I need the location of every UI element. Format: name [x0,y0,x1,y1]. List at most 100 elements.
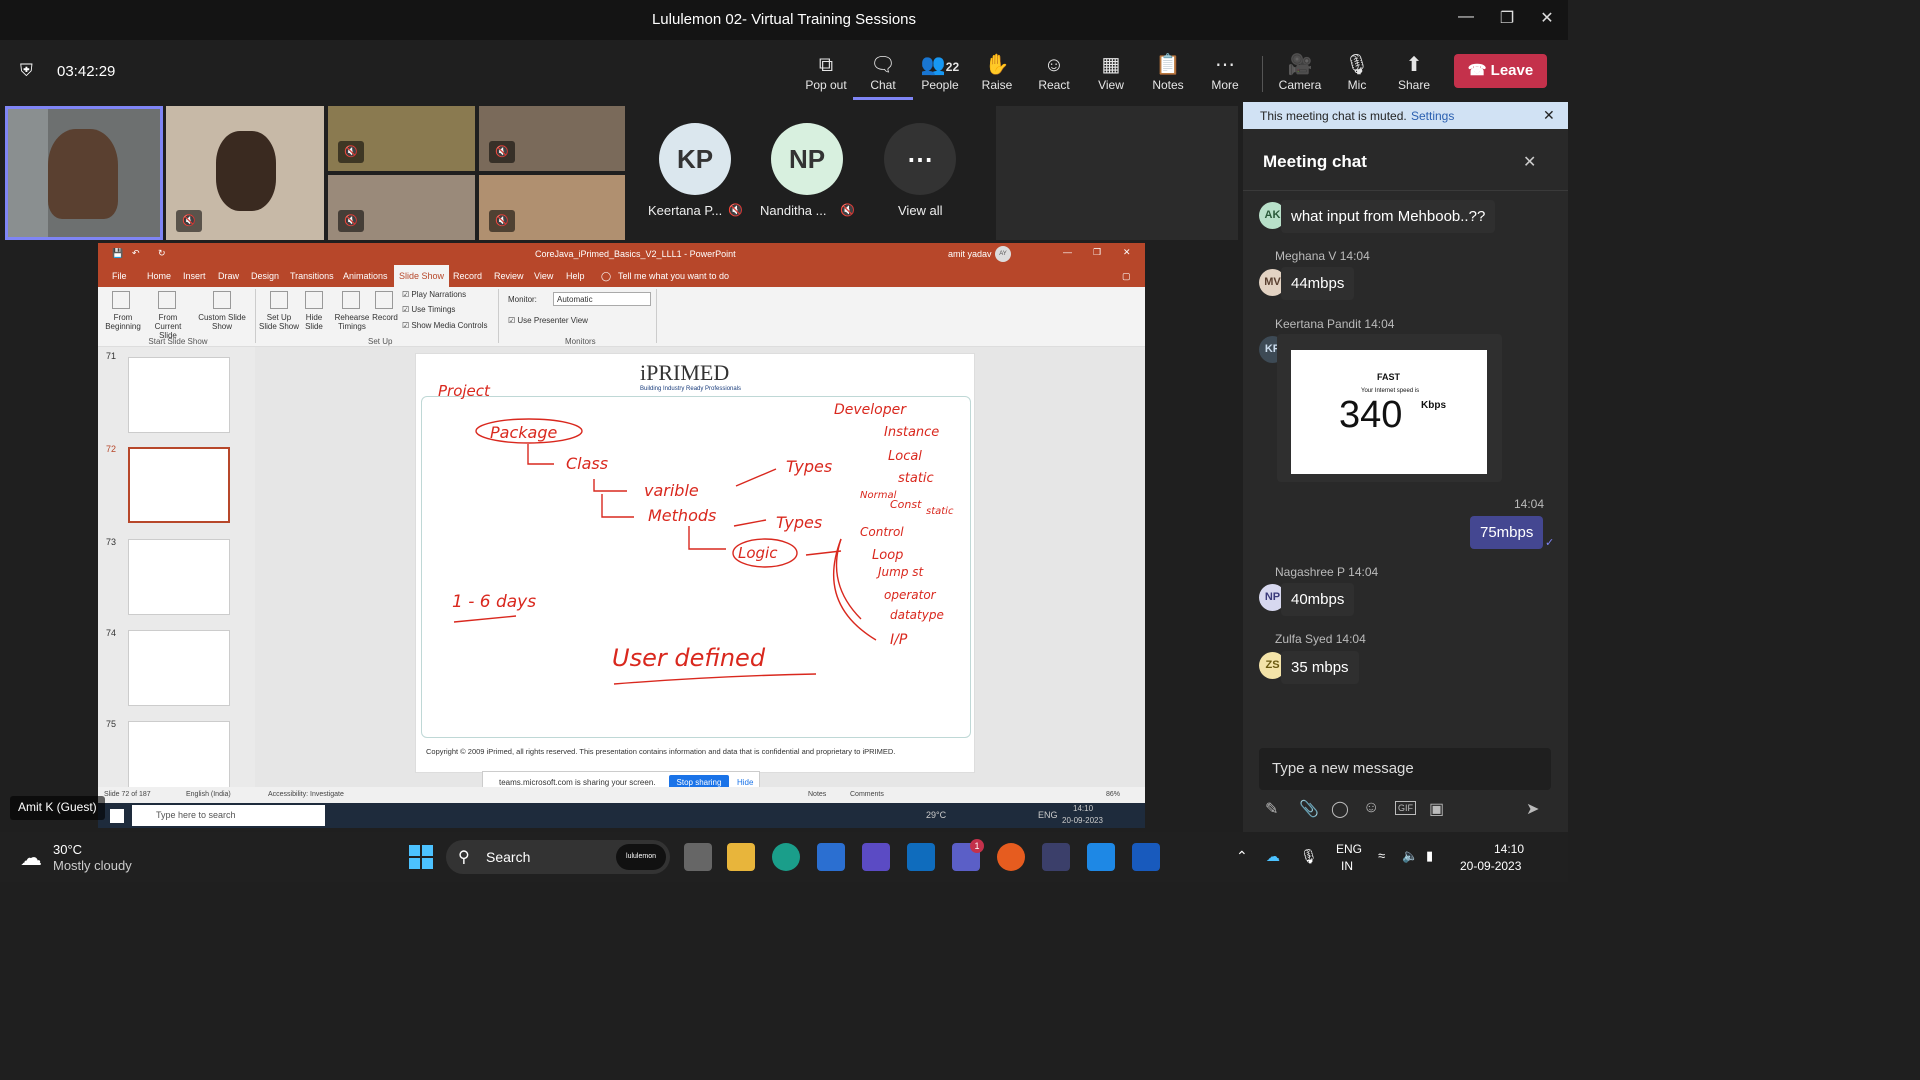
from-current-button[interactable]: From Current Slide [145,313,191,340]
ppt-menu-animations[interactable]: Animations [343,271,388,281]
hide-sharing-link[interactable]: Hide [737,778,753,787]
slide-thumbnail-71[interactable] [128,357,230,433]
lang-primary[interactable]: ENG [1336,842,1362,856]
taskbar-search[interactable]: ⚲ Search lululemon [446,840,670,874]
people-button[interactable]: 👥22 People [910,52,970,92]
ppt-user-avatar[interactable]: AY [995,246,1011,262]
copilot-icon[interactable] [862,843,890,871]
onedrive-icon[interactable]: ☁ [1266,848,1280,865]
slide-thumbnail-74[interactable] [128,630,230,706]
ppt-menu-draw[interactable]: Draw [218,271,239,281]
monitor-select[interactable]: Automatic [553,292,651,306]
send-icon[interactable]: ➤ [1526,799,1539,819]
windows-icon[interactable] [110,809,124,823]
ppt-menu-review[interactable]: Review [494,271,524,281]
app-icon-orange[interactable] [997,843,1025,871]
clock-date[interactable]: 20-09-2023 [1460,859,1521,873]
show-media-checkbox[interactable]: ☑ Show Media Controls [402,321,487,330]
status-zoom[interactable]: 86% [1106,791,1120,798]
setup-slideshow-button[interactable]: Set Up Slide Show [258,313,300,331]
ppt-menu-transitions[interactable]: Transitions [290,271,334,281]
minimize-icon[interactable]: — [1454,8,1478,26]
ppt-menu-slideshow[interactable]: Slide Show [394,265,450,287]
play-narrations-checkbox[interactable]: ☑ Play Narrations [402,290,466,299]
save-icon[interactable]: 💾 [112,248,123,259]
app-icon-db[interactable] [1042,843,1070,871]
raise-button[interactable]: ✋ Raise [967,52,1027,92]
message-input[interactable]: Type a new message [1259,748,1551,790]
video-tile-2[interactable]: 🔇 [166,106,324,240]
ppt-minimize-icon[interactable]: — [1063,247,1072,257]
attach-icon[interactable]: 📎 [1299,799,1319,819]
avatar-kp[interactable]: KP [659,123,731,195]
status-comments[interactable]: Comments [850,791,884,798]
ppt-comment-icon[interactable]: ▢ [1122,271,1131,282]
close-window-icon[interactable]: ✕ [1535,8,1559,28]
wifi-icon[interactable]: ≈ [1378,848,1385,863]
lang-secondary[interactable]: IN [1341,859,1353,873]
emoji-icon[interactable]: ☺ [1363,799,1379,817]
notes-button[interactable]: 📋 Notes [1138,52,1198,92]
more-button[interactable]: ⋯ More [1195,52,1255,92]
undo-icon[interactable]: ↶ [132,248,140,259]
chevron-up-icon[interactable]: ⌃ [1236,848,1248,865]
custom-show-button[interactable]: Custom Slide Show [195,313,249,331]
view-button[interactable]: ▦ View [1081,52,1141,92]
close-banner-icon[interactable]: ✕ [1543,107,1555,124]
chat-button[interactable]: 🗨 Chat [853,52,913,100]
video-tile-4[interactable]: 🔇 [479,106,625,171]
view-all-button[interactable]: ⋯ [884,123,956,195]
video-tile-presenter[interactable] [5,106,163,240]
remote-search-box[interactable]: Type here to search [132,805,325,826]
current-slide[interactable]: iPRIMED Building Industry Ready Professi… [415,353,975,773]
volume-icon[interactable]: 🔈 [1402,848,1418,864]
video-tile-6[interactable]: 🔇 [479,175,625,240]
start-icon[interactable] [409,845,433,869]
ppt-menu-design[interactable]: Design [251,271,279,281]
ppt-menu-home[interactable]: Home [147,271,171,281]
sticker-icon[interactable]: ▣ [1429,799,1444,819]
hide-slide-button[interactable]: Hide Slide [302,313,326,331]
popout-button[interactable]: ⧉ Pop out [796,52,856,92]
slide-thumbnail-73[interactable] [128,539,230,615]
loop-icon[interactable]: ◯ [1331,799,1349,819]
gif-icon[interactable]: GIF [1395,801,1416,815]
ppt-menu-help[interactable]: Help [566,271,585,281]
use-timings-checkbox[interactable]: ☑ Use Timings [402,305,455,314]
leave-button[interactable]: ☎ Leave [1454,54,1547,88]
slide-thumbnail-72[interactable] [128,447,230,523]
rehearse-button[interactable]: Rehearse Timings [332,313,372,331]
ppt-tell-me[interactable]: Tell me what you want to do [618,271,729,281]
video-tile-3[interactable]: 🔇 [328,106,475,171]
mic-button[interactable]: 🎙 Mic [1327,52,1387,92]
task-view-icon[interactable] [684,843,712,871]
from-beginning-button[interactable]: From Beginning [103,313,143,331]
file-explorer-icon[interactable] [727,843,755,871]
mic-muted-icon[interactable]: 🎙 [1300,848,1318,865]
ppt-menu-record[interactable]: Record [453,271,482,281]
status-accessibility[interactable]: Accessibility: Investigate [268,791,344,798]
record-button[interactable]: Record [370,313,400,322]
weather-desc[interactable]: Mostly cloudy [53,858,132,873]
word-icon[interactable] [1132,843,1160,871]
avatar-np[interactable]: NP [771,123,843,195]
store-icon[interactable] [817,843,845,871]
ppt-menu-file[interactable]: File [112,271,127,281]
ppt-restore-icon[interactable]: ❐ [1093,247,1101,258]
shared-screen[interactable]: 💾 ↶ ↻ CoreJava_iPrimed_Basics_V2_LLL1 - … [98,243,1145,828]
react-button[interactable]: ☺ React [1024,52,1084,92]
notepad-icon[interactable] [1087,843,1115,871]
outlook-icon[interactable] [907,843,935,871]
restore-icon[interactable]: ❐ [1495,8,1519,28]
redo-icon[interactable]: ↻ [158,248,166,259]
status-notes[interactable]: Notes [808,791,826,798]
settings-link[interactable]: Settings [1411,109,1454,123]
teams-icon[interactable]: 1 [952,839,984,871]
clock-time[interactable]: 14:10 [1494,842,1524,856]
chat-image-message[interactable]: FAST Your Internet speed is 340 Kbps [1277,334,1502,482]
video-tile-5[interactable]: 🔇 [328,175,475,240]
format-icon[interactable]: ✎ [1265,799,1278,819]
ppt-menu-view[interactable]: View [534,271,553,281]
close-chat-icon[interactable]: ✕ [1523,152,1536,172]
edge-icon[interactable] [772,843,800,871]
